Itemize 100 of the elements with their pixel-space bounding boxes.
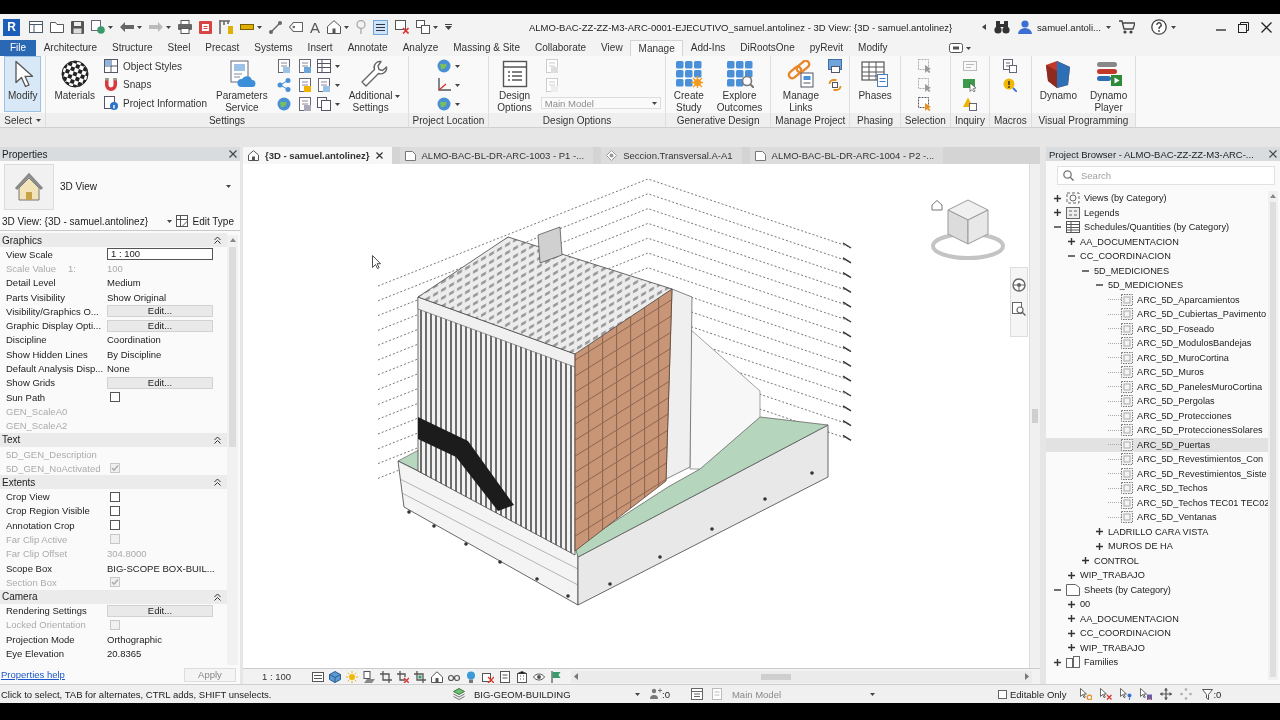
- collapse-icon[interactable]: [1096, 284, 1103, 287]
- close-icon[interactable]: [1269, 150, 1277, 158]
- tree-item[interactable]: ARC_5D_Muros: [1046, 365, 1268, 380]
- edit-button[interactable]: Edit...: [107, 604, 213, 617]
- schedule-icon[interactable]: [1121, 511, 1133, 524]
- edit-button[interactable]: Edit...: [107, 376, 213, 389]
- cursor-chain-icon[interactable]: [1080, 688, 1093, 700]
- expand-icon[interactable]: [1082, 557, 1089, 565]
- cart-icon[interactable]: [1119, 20, 1135, 34]
- ribbon-button[interactable]: Materials: [50, 56, 100, 112]
- save-icon[interactable]: [71, 20, 84, 34]
- ribbon-button[interactable]: Create Study: [669, 56, 708, 112]
- checkered-sphere-icon[interactable]: [60, 60, 89, 88]
- ribbon-button[interactable]: Object Styles: [104, 57, 207, 76]
- collapse-icon[interactable]: [214, 592, 221, 601]
- sheet-icon[interactable]: [404, 150, 416, 161]
- collapse-icon[interactable]: [214, 435, 221, 444]
- chain-link-icon[interactable]: [786, 60, 815, 88]
- collapse-icon[interactable]: [1054, 226, 1061, 229]
- caret-icon[interactable]: [433, 25, 438, 29]
- help-icon[interactable]: [1151, 19, 1167, 35]
- document-icon[interactable]: [199, 20, 212, 34]
- search-icon[interactable]: [1063, 170, 1074, 181]
- schedule-icon[interactable]: [1121, 438, 1133, 451]
- ribbon-tab[interactable]: Steel: [160, 40, 198, 56]
- view-frame-icon[interactable]: [1066, 192, 1080, 205]
- panel-toggle-icon[interactable]: [949, 43, 963, 53]
- group-header[interactable]: Camera: [0, 589, 227, 604]
- tree-item[interactable]: ARC_5D_ModulosBandejas: [1046, 336, 1268, 351]
- user-icon[interactable]: [1018, 20, 1033, 34]
- line-icon[interactable]: [269, 20, 282, 34]
- cursor-panel-icon[interactable]: [962, 78, 977, 92]
- scrollbar-thumb[interactable]: [1032, 409, 1038, 423]
- ribbon-button[interactable]: Modify: [4, 56, 42, 112]
- frame-icon[interactable]: [312, 670, 325, 683]
- panel-menu-button[interactable]: Select: [0, 113, 46, 127]
- document-icon[interactable]: [297, 59, 312, 73]
- document-icon[interactable]: [316, 78, 331, 92]
- scroll-up-icon[interactable]: [229, 238, 236, 242]
- window-list-icon[interactable]: [690, 688, 703, 700]
- tree-item[interactable]: ARC_5D_ProteccionesSolares: [1046, 423, 1268, 438]
- ribbon-tab[interactable]: Manage: [630, 40, 684, 56]
- tree-item[interactable]: ARC_5D_Ventanas: [1046, 510, 1268, 525]
- expand-icon[interactable]: [1068, 615, 1075, 623]
- caret-icon[interactable]: [257, 25, 262, 29]
- edit-button[interactable]: Edit...: [107, 319, 213, 332]
- schedule-icon[interactable]: [1121, 395, 1133, 408]
- checkbox[interactable]: [997, 689, 1007, 699]
- collapse-icon[interactable]: [1068, 255, 1075, 258]
- schedule-icon[interactable]: [1121, 337, 1133, 350]
- building-icon[interactable]: [516, 670, 529, 683]
- close-icon[interactable]: [375, 152, 383, 159]
- caret-icon[interactable]: [982, 24, 987, 30]
- restore-icon[interactable]: [1238, 21, 1249, 33]
- workset-dropdown[interactable]: BIG-GEOM-BUILDING: [471, 686, 646, 702]
- document-icon[interactable]: [276, 59, 291, 73]
- window-icon[interactable]: [29, 21, 43, 33]
- crop-hide-icon[interactable]: [397, 670, 410, 683]
- ribbon-button[interactable]: Snaps: [104, 75, 207, 94]
- tree-item[interactable]: 5D_MEDICIONES: [1046, 263, 1268, 278]
- expand-icon[interactable]: [1096, 542, 1103, 550]
- tree-item[interactable]: CC_COORDINACION: [1046, 249, 1268, 264]
- ribbon-button[interactable]: Project Information: [104, 94, 207, 113]
- wrench-icon[interactable]: [360, 60, 389, 88]
- eye-icon[interactable]: [533, 670, 546, 683]
- ribbon-button[interactable]: Design Options: [493, 56, 536, 112]
- close-icon[interactable]: [229, 150, 237, 158]
- tree-item[interactable]: ARC_5D_Protecciones: [1046, 408, 1268, 423]
- help-link[interactable]: Properties help: [1, 669, 65, 680]
- person-plus-icon[interactable]: [650, 688, 662, 700]
- tree-item[interactable]: AA_DOCUMENTACION: [1046, 611, 1268, 626]
- move-arrows-icon[interactable]: [1160, 688, 1173, 700]
- scrollbar[interactable]: [1029, 164, 1040, 668]
- drawing-area[interactable]: [243, 164, 1029, 668]
- warning-icon[interactable]: [962, 97, 977, 111]
- ribbon-tab[interactable]: Structure: [104, 40, 161, 56]
- type-selector[interactable]: 3D View: [0, 161, 240, 212]
- table-icon[interactable]: [316, 59, 331, 73]
- expand-icon[interactable]: [1068, 644, 1075, 652]
- ribbon-button[interactable]: Explore Outcomes: [712, 56, 767, 112]
- cursor-x-icon[interactable]: [1100, 688, 1113, 700]
- ribbon-tab[interactable]: Add-Ins: [683, 40, 733, 56]
- scrollbar[interactable]: [571, 670, 1032, 683]
- ribbon-tab[interactable]: Collaborate: [527, 40, 594, 56]
- table-pencil-icon[interactable]: [176, 215, 189, 227]
- tree-item[interactable]: ARC_5D_Techos: [1046, 481, 1268, 496]
- tree-item[interactable]: Views (by Category): [1046, 191, 1268, 206]
- caret-icon[interactable]: [334, 102, 340, 106]
- hide-icon[interactable]: [482, 670, 495, 683]
- close-windows-icon[interactable]: [395, 20, 409, 34]
- ribbon-button[interactable]: Dynamo: [1035, 56, 1081, 112]
- selection-icon[interactable]: [918, 97, 933, 111]
- table-icon[interactable]: [861, 60, 890, 88]
- expand-icon[interactable]: [1068, 629, 1075, 637]
- sheet-icon[interactable]: [754, 150, 766, 161]
- caret-icon[interactable]: [334, 83, 340, 87]
- tree-item[interactable]: ARC_5D_PanelesMuroCortina: [1046, 379, 1268, 394]
- grid-magnifier-icon[interactable]: [725, 60, 754, 88]
- collapse-icon[interactable]: [1082, 269, 1089, 272]
- checkbox[interactable]: [110, 505, 120, 516]
